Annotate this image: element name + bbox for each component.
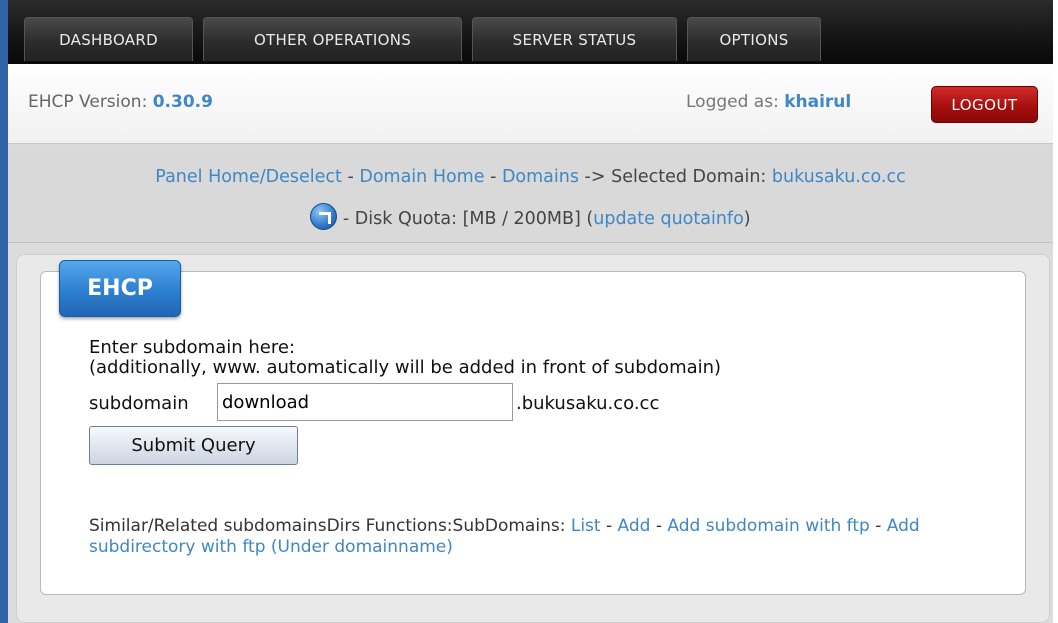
logged-label: Logged as:	[686, 92, 779, 112]
version-info: EHCP Version: 0.30.9	[28, 92, 213, 112]
domain-suffix: .bukusaku.co.cc	[516, 393, 660, 414]
version-value: 0.30.9	[152, 92, 213, 112]
breadcrumb: Panel Home/Deselect - Domain Home - Doma…	[8, 167, 1053, 187]
nav-other-operations[interactable]: OTHER OPERATIONS	[203, 17, 462, 61]
header-bar: EHCP Version: 0.30.9 Logged as: khairul …	[8, 64, 1053, 144]
link-separator: -	[650, 516, 668, 536]
nav-server-status[interactable]: SERVER STATUS	[472, 17, 677, 61]
instruction-line-2: (additionally, www. automatically will b…	[89, 357, 722, 378]
top-nav: DASHBOARD OTHER OPERATIONS SERVER STATUS…	[8, 0, 1053, 64]
go-arrow-icon[interactable]	[310, 203, 338, 230]
breadcrumb-separator: -	[341, 167, 360, 187]
selected-domain-link[interactable]: bukusaku.co.cc	[772, 167, 906, 187]
logged-as: Logged as: khairul	[686, 92, 851, 112]
disk-quota-line: - Disk Quota: [MB / 200MB] (update quota…	[8, 203, 1053, 230]
panel-home-link[interactable]: Panel Home/Deselect	[155, 167, 342, 187]
ehcp-tag: EHCP	[59, 260, 181, 317]
add-subdomain-ftp-link[interactable]: Add subdomain with ftp	[667, 516, 869, 536]
breadcrumb-separator: -	[484, 167, 502, 187]
update-quota-link[interactable]: update quotainfo	[593, 209, 744, 229]
subdomain-label: subdomain	[89, 393, 189, 414]
disk-quota-text: - Disk Quota: [MB / 200MB] (	[337, 209, 594, 229]
quota-close-paren: )	[743, 209, 751, 229]
add-link[interactable]: Add	[618, 516, 651, 536]
selected-domain-label: -> Selected Domain:	[578, 167, 772, 187]
right-edge	[1053, 0, 1058, 623]
submit-query-button[interactable]: Submit Query	[89, 426, 298, 465]
domains-link[interactable]: Domains	[502, 167, 579, 187]
link-separator: -	[600, 516, 618, 536]
subdomain-input[interactable]	[217, 383, 513, 421]
instruction-line-1: Enter subdomain here:	[89, 337, 296, 358]
nav-options[interactable]: OPTIONS	[687, 17, 821, 61]
link-separator: -	[869, 516, 887, 536]
related-functions: Similar/Related subdomainsDirs Functions…	[89, 516, 989, 558]
list-link[interactable]: List	[571, 516, 601, 536]
left-accent-bar	[0, 0, 8, 623]
username[interactable]: khairul	[784, 92, 851, 112]
related-prefix: Similar/Related subdomainsDirs Functions…	[89, 516, 571, 536]
breadcrumb-area: Panel Home/Deselect - Domain Home - Doma…	[8, 145, 1053, 243]
logout-button[interactable]: LOGOUT	[931, 86, 1038, 123]
nav-dashboard[interactable]: DASHBOARD	[24, 17, 193, 61]
domain-home-link[interactable]: Domain Home	[359, 167, 484, 187]
version-label: EHCP Version:	[28, 92, 148, 112]
